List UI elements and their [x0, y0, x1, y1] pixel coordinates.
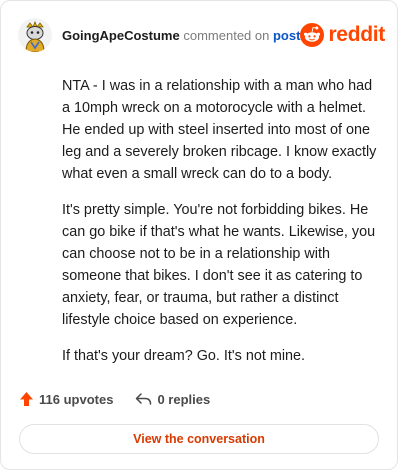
reddit-logo[interactable]: reddit [300, 23, 385, 47]
comment-header: GoingApeCostume commented on post reddit [18, 17, 385, 53]
comment-paragraph: It's pretty simple. You're not forbiddin… [62, 202, 376, 328]
replies-count: 0 replies [157, 391, 211, 407]
reddit-snoo-icon [300, 23, 325, 47]
comment-meta: GoingApeCostume commented on post [62, 28, 300, 43]
comment-paragraph: If that's your dream? Go. It's not mine. [62, 348, 306, 364]
action-text: commented on [183, 27, 270, 43]
avatar[interactable] [18, 18, 52, 52]
upvotes-count: 116 upvotes [39, 391, 114, 407]
reply-arrow-icon [135, 392, 152, 406]
username[interactable]: GoingApeCostume [62, 28, 180, 43]
post-link[interactable]: post [273, 28, 300, 43]
snoo-avatar-icon [18, 18, 52, 52]
comment-paragraph: NTA - I was in a relationship with a man… [62, 78, 377, 182]
comment-body: NTA - I was in a relationship with a man… [62, 75, 379, 381]
upvotes-stat[interactable]: 116 upvotes [19, 391, 113, 407]
view-conversation-button[interactable]: View the conversation [19, 424, 379, 454]
comment-footer: 116 upvotes 0 replies [19, 388, 379, 410]
comment-card: GoingApeCostume commented on post reddit… [0, 0, 398, 470]
upvote-arrow-icon [19, 391, 34, 407]
replies-stat[interactable]: 0 replies [135, 392, 210, 407]
brand-wordmark: reddit [328, 23, 385, 46]
